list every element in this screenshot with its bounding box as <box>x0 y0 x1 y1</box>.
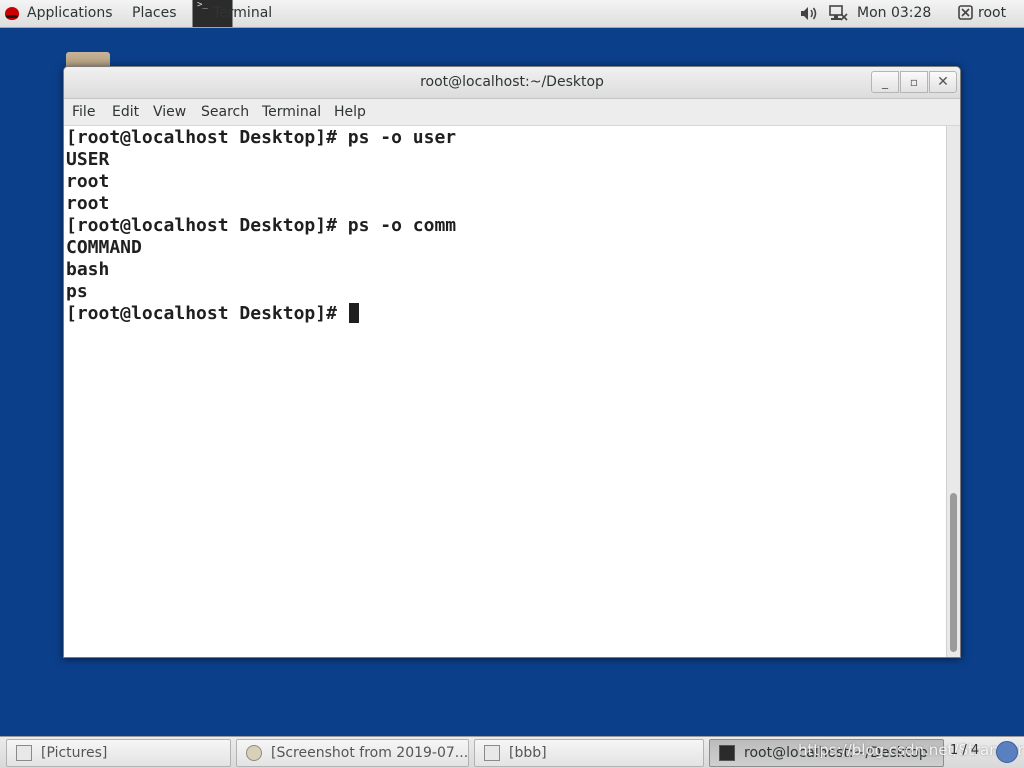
network-icon[interactable] <box>829 5 848 22</box>
menu-bar: File Edit View Search Terminal Help <box>64 99 960 126</box>
task-bbb[interactable]: [bbb] <box>474 739 704 767</box>
scrollbar[interactable] <box>946 126 960 657</box>
folder-icon <box>484 745 500 761</box>
text-cursor <box>348 303 359 323</box>
maximize-button[interactable]: ▫ <box>900 71 928 93</box>
task-label: [Screenshot from 2019-07... <box>271 745 469 761</box>
volume-icon[interactable] <box>800 6 818 21</box>
terminal-line: root <box>66 171 110 192</box>
terminal-icon <box>719 745 735 761</box>
menu-search[interactable]: Search <box>201 99 249 125</box>
active-app-label[interactable]: Terminal <box>213 0 272 27</box>
terminal-prompt: [root@localhost Desktop]# <box>66 303 348 324</box>
applications-menu[interactable]: Applications <box>27 0 113 27</box>
minimize-button[interactable]: _ <box>871 71 899 93</box>
window-title: root@localhost:~/Desktop <box>420 74 604 90</box>
user-menu[interactable]: root <box>978 0 1006 27</box>
bottom-taskbar: [Pictures] [Screenshot from 2019-07... [… <box>0 736 1024 768</box>
folder-icon <box>16 745 32 761</box>
terminal-line: root <box>66 193 110 214</box>
terminal-window: root@localhost:~/Desktop _ ▫ ✕ File Edit… <box>63 66 961 658</box>
workspace-indicator[interactable]: 1 / 4 <box>950 737 979 765</box>
menu-terminal[interactable]: Terminal <box>262 99 321 125</box>
clock[interactable]: Mon 03:28 <box>857 0 931 27</box>
task-screenshot[interactable]: [Screenshot from 2019-07... <box>236 739 469 767</box>
user-menu-icon[interactable] <box>958 5 973 20</box>
terminal-line: ps <box>66 281 88 302</box>
top-panel: Applications Places >_ Terminal Mon 03:2… <box>0 0 1024 28</box>
menu-help[interactable]: Help <box>334 99 366 125</box>
terminal-prompt-line[interactable]: [root@localhost Desktop]# <box>66 303 359 325</box>
close-button[interactable]: ✕ <box>929 71 957 93</box>
image-viewer-icon <box>246 745 262 761</box>
terminal-line: COMMAND <box>66 237 142 258</box>
task-label: [Pictures] <box>41 745 108 761</box>
terminal-output[interactable]: [root@localhost Desktop]# ps -o user USE… <box>64 126 946 657</box>
redhat-logo-icon <box>5 7 19 20</box>
terminal-line: bash <box>66 259 110 280</box>
scrollbar-thumb[interactable] <box>950 493 957 652</box>
menu-file[interactable]: File <box>72 99 95 125</box>
watermark: https://blog.csdn.net/Stranger <box>798 741 1024 759</box>
menu-view[interactable]: View <box>153 99 186 125</box>
terminal-line: USER <box>66 149 110 170</box>
terminal-line: [root@localhost Desktop]# ps -o user <box>66 127 457 148</box>
window-titlebar[interactable]: root@localhost:~/Desktop _ ▫ ✕ <box>64 67 960 99</box>
places-menu[interactable]: Places <box>132 0 177 27</box>
task-label: [bbb] <box>509 745 547 761</box>
terminal-line: [root@localhost Desktop]# ps -o comm <box>66 215 457 236</box>
menu-edit[interactable]: Edit <box>112 99 139 125</box>
task-pictures[interactable]: [Pictures] <box>6 739 231 767</box>
workspace-switcher-icon[interactable] <box>996 741 1018 763</box>
